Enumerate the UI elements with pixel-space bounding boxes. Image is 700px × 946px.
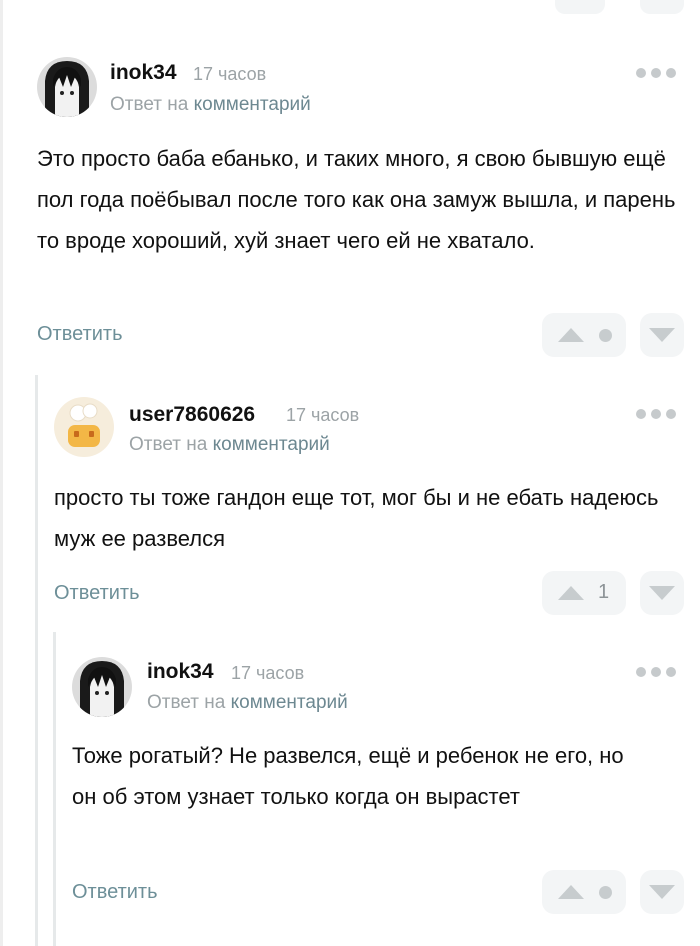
comment-author[interactable]: inok34 bbox=[147, 660, 214, 684]
comment-text: Это просто баба ебанько, и таких много, … bbox=[37, 146, 676, 253]
reply-to: Ответ на комментарий bbox=[129, 434, 330, 456]
comment-text: просто ты тоже гандон еще тот, мог бы и … bbox=[54, 485, 659, 551]
downvote-arrow-icon bbox=[649, 586, 675, 600]
rating-box bbox=[542, 870, 626, 914]
upvote-arrow-icon[interactable] bbox=[558, 885, 584, 899]
comment-time: 17 часов bbox=[231, 663, 305, 683]
avatar[interactable] bbox=[54, 397, 114, 457]
avatar[interactable] bbox=[37, 57, 97, 117]
upvote-arrow-icon[interactable] bbox=[558, 586, 584, 600]
downvote-arrow-icon bbox=[649, 328, 675, 342]
reply-to: Ответ на комментарий bbox=[110, 94, 311, 116]
comment-author[interactable]: user7860626 bbox=[129, 403, 255, 427]
thread-line-root bbox=[0, 0, 3, 946]
reply-to-link[interactable]: комментарий bbox=[194, 94, 311, 115]
downvote-button[interactable] bbox=[640, 313, 684, 357]
reply-to: Ответ на комментарий bbox=[147, 692, 348, 714]
rating-box bbox=[542, 313, 626, 357]
more-dots-icon[interactable] bbox=[636, 667, 676, 677]
reply-to-prefix: Ответ на bbox=[110, 94, 189, 115]
reply-button[interactable]: Ответить bbox=[37, 323, 123, 346]
reply-to-prefix: Ответ на bbox=[129, 434, 208, 455]
rating-dot-icon bbox=[599, 329, 612, 342]
reply-to-prefix: Ответ на bbox=[147, 692, 226, 713]
thread-line-level-2 bbox=[53, 632, 56, 946]
upvote-arrow-icon[interactable] bbox=[558, 328, 584, 342]
previous-vote-box-fragment bbox=[555, 0, 605, 14]
rating-box: 1 bbox=[542, 571, 626, 615]
downvote-button[interactable] bbox=[640, 870, 684, 914]
downvote-button[interactable] bbox=[640, 571, 684, 615]
comment-text: Тоже рогатый? Не развелся, ещё и ребенок… bbox=[72, 743, 624, 809]
avatar-image-icon bbox=[37, 57, 97, 117]
reply-button[interactable]: Ответить bbox=[72, 881, 158, 904]
more-dots-icon[interactable] bbox=[636, 68, 676, 78]
reply-button[interactable]: Ответить bbox=[54, 582, 140, 605]
avatar-image-icon bbox=[72, 657, 132, 717]
comment-author[interactable]: inok34 bbox=[110, 61, 177, 85]
more-dots-icon[interactable] bbox=[636, 409, 676, 419]
comment-time: 17 часов bbox=[193, 64, 267, 84]
rating-dot-icon bbox=[599, 886, 612, 899]
reply-to-link[interactable]: комментарий bbox=[213, 434, 330, 455]
thread-line-level-1 bbox=[35, 375, 38, 946]
comment-time: 17 часов bbox=[286, 405, 360, 425]
rating-count: 1 bbox=[598, 581, 610, 603]
avatar[interactable] bbox=[72, 657, 132, 717]
reply-to-link[interactable]: комментарий bbox=[231, 692, 348, 713]
downvote-arrow-icon bbox=[649, 885, 675, 899]
previous-vote-box-fragment bbox=[640, 0, 684, 14]
avatar-image-icon bbox=[54, 397, 114, 457]
